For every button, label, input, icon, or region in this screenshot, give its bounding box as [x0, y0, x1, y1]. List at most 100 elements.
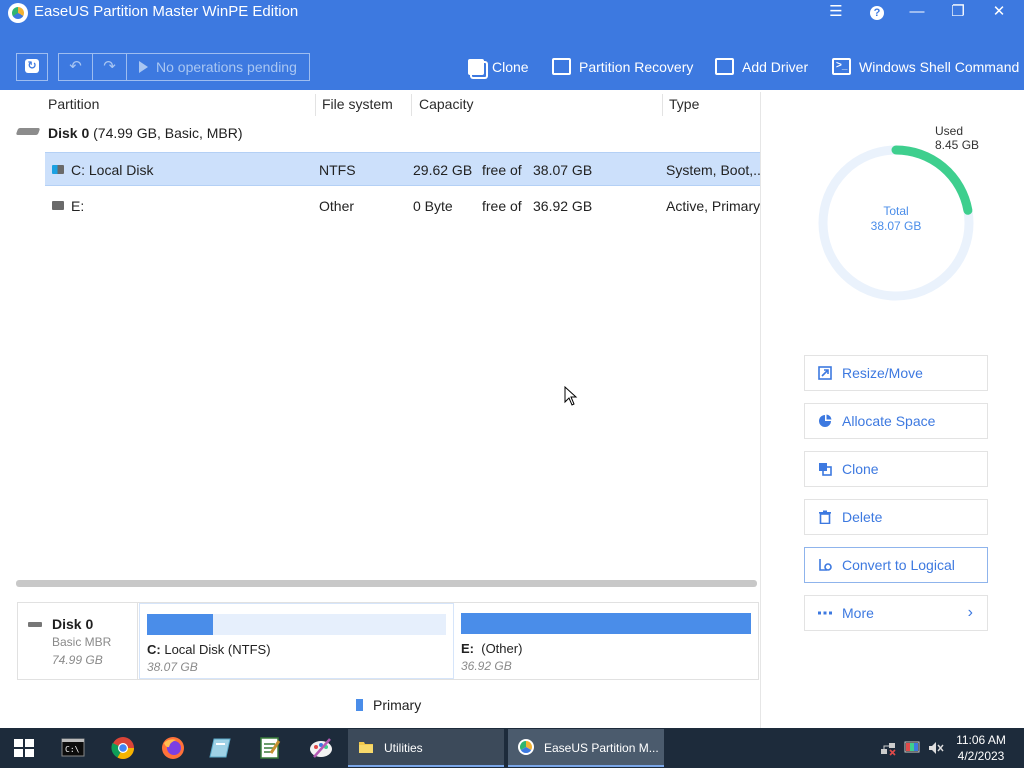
- col-capacity[interactable]: Capacity: [419, 96, 473, 112]
- resize-move-button[interactable]: Resize/Move: [804, 355, 988, 391]
- disk-map: Disk 0 Basic MBR 74.99 GB C: Local Disk …: [17, 602, 759, 680]
- clone-icon: [468, 59, 484, 75]
- display-icon[interactable]: [904, 740, 920, 756]
- col-filesystem[interactable]: File system: [322, 96, 393, 112]
- clone-action-label: Clone: [842, 461, 879, 477]
- partition-size: 36.92 GB: [461, 659, 512, 673]
- delete-button[interactable]: Delete: [804, 499, 988, 535]
- window-title: EaseUS Partition Master WinPE Edition: [34, 3, 299, 20]
- disk-detail: (74.99 GB, Basic, MBR): [93, 125, 243, 141]
- taskbar-utilities[interactable]: Utilities: [348, 729, 504, 767]
- used-label: Used 8.45 GB: [935, 124, 979, 152]
- disk-row[interactable]: Disk 0 (74.99 GB, Basic, MBR): [0, 122, 760, 146]
- partition-free-of: free of: [482, 162, 522, 178]
- partition-name: C: Local Disk: [71, 162, 154, 178]
- more-label: More: [842, 605, 874, 621]
- partition-fs: NTFS: [319, 162, 356, 178]
- notepad-icon[interactable]: [257, 735, 283, 761]
- partition-fs: Other: [319, 198, 355, 214]
- terminal-icon: [832, 55, 851, 77]
- clone-action-button[interactable]: Clone: [804, 451, 988, 487]
- col-divider[interactable]: [315, 94, 316, 116]
- allocate-space-button[interactable]: Allocate Space: [804, 403, 988, 439]
- partition-recovery-button[interactable]: Partition Recovery: [552, 56, 693, 80]
- shell-command-button[interactable]: Windows Shell Command: [832, 55, 1020, 80]
- disk-map-partition-e[interactable]: E: (Other) 36.92 GB: [454, 603, 759, 679]
- disk-map-partition-c[interactable]: C: Local Disk (NTFS) 38.07 GB: [139, 603, 454, 679]
- clock-time: 11:06 AM: [956, 733, 1006, 747]
- play-icon: [139, 61, 148, 73]
- partition-label: E: (Other): [461, 641, 522, 656]
- disk-label: Disk 0 (74.99 GB, Basic, MBR): [48, 125, 243, 141]
- partition-free: 0 Byte: [413, 198, 453, 214]
- partition-row-e[interactable]: E: Other 0 Byte free of 36.92 GB Active,…: [45, 189, 760, 223]
- donut-center: Total 38.07 GB: [817, 204, 975, 234]
- chrome-icon[interactable]: [110, 735, 136, 761]
- partition-free-of: free of: [482, 198, 522, 214]
- total-value: 38.07 GB: [870, 219, 922, 233]
- total-title: Total: [883, 204, 909, 218]
- col-partition[interactable]: Partition: [48, 96, 99, 112]
- firefox-icon[interactable]: [160, 735, 186, 761]
- minimize-button[interactable]: —: [902, 1, 932, 23]
- hard-disk-icon: [15, 128, 41, 135]
- partition-total: 36.92 GB: [533, 198, 593, 214]
- usage-bar: [461, 613, 751, 634]
- taskbar-easeus-label: EaseUS Partition M...: [544, 741, 659, 755]
- trash-icon: [819, 510, 831, 524]
- resize-icon: [818, 366, 832, 380]
- partition-type: Active, Primary: [666, 198, 761, 214]
- refresh-icon: ↻: [25, 59, 39, 73]
- volume-muted-icon[interactable]: [928, 740, 944, 756]
- menu-icon[interactable]: ☰: [821, 1, 851, 23]
- network-icon[interactable]: [880, 740, 896, 756]
- disk-map-type: Basic MBR: [52, 635, 112, 649]
- clone-tool-label: Clone: [492, 59, 529, 75]
- usage-bar: [147, 614, 446, 635]
- paint-icon[interactable]: [308, 735, 334, 761]
- horizontal-scrollbar[interactable]: [16, 580, 757, 587]
- col-divider[interactable]: [662, 94, 663, 116]
- undo-icon[interactable]: ↶: [59, 54, 93, 80]
- convert-to-logical-label: Convert to Logical: [842, 557, 955, 573]
- partition-row-c[interactable]: C: Local Disk NTFS 29.62 GB free of 38.0…: [45, 152, 765, 186]
- taskbar-easeus[interactable]: EaseUS Partition M...: [508, 729, 664, 767]
- title-bar: EaseUS Partition Master WinPE Edition ☰ …: [0, 0, 1024, 90]
- taskbar: C:\ Utilities EaseUS Partition M... 11:0…: [0, 728, 1024, 768]
- col-divider[interactable]: [411, 94, 412, 116]
- command-prompt-icon[interactable]: C:\: [60, 735, 86, 761]
- restore-button[interactable]: ❐: [943, 1, 973, 23]
- shell-command-label: Windows Shell Command: [859, 59, 1020, 75]
- partition-total: 38.07 GB: [533, 162, 593, 178]
- add-driver-button[interactable]: Add Driver: [715, 56, 808, 80]
- drive-icon: [52, 201, 64, 210]
- usage-bar-fill: [461, 613, 751, 634]
- partition-free: 29.62 GB: [413, 162, 473, 178]
- partition-name: E:: [71, 198, 85, 214]
- clone-tool-button[interactable]: Clone: [468, 56, 529, 80]
- partition-type: System, Boot,...: [666, 162, 765, 178]
- convert-to-logical-button[interactable]: Convert to Logical: [804, 547, 988, 583]
- close-button[interactable]: ✕: [984, 1, 1014, 23]
- more-button[interactable]: More ›: [804, 595, 988, 631]
- help-icon[interactable]: ?: [862, 1, 892, 23]
- apply-operations-button[interactable]: No operations pending: [139, 54, 297, 80]
- col-type[interactable]: Type: [669, 96, 699, 112]
- system-clock[interactable]: 11:06 AM 4/2/2023: [950, 732, 1012, 764]
- disk-tool-icon[interactable]: [208, 735, 234, 761]
- windows-start-icon[interactable]: [14, 739, 34, 757]
- refresh-button[interactable]: ↻: [16, 53, 48, 81]
- easeus-logo-icon: [518, 739, 534, 755]
- recovery-icon: [552, 58, 571, 75]
- disk-map-info[interactable]: Disk 0 Basic MBR 74.99 GB: [18, 603, 138, 679]
- allocate-space-label: Allocate Space: [842, 413, 936, 429]
- windows-partition-icon: [52, 165, 64, 174]
- taskbar-utilities-label: Utilities: [384, 741, 423, 755]
- delete-label: Delete: [842, 509, 883, 525]
- driver-icon: [715, 58, 734, 75]
- chevron-right-icon: ›: [967, 604, 973, 621]
- partition-table-header: Partition File system Capacity Type: [0, 92, 760, 116]
- partition-desc: (Other): [481, 641, 523, 656]
- hard-disk-icon: [28, 622, 42, 627]
- redo-icon[interactable]: ↷: [93, 54, 127, 80]
